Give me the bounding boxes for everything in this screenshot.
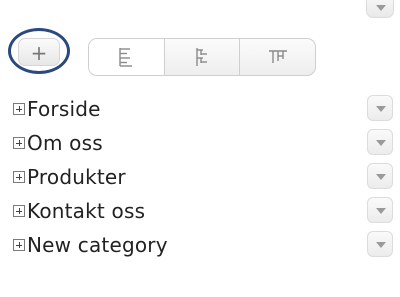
align-center-icon (196, 48, 207, 66)
chevron-down-icon (376, 242, 386, 248)
row-menu-button[interactable] (367, 95, 393, 121)
chevron-down-icon (376, 174, 386, 180)
tree-item-new-category[interactable]: New category (13, 228, 168, 262)
chevron-down-icon (376, 140, 386, 146)
add-button-face: + (18, 38, 60, 66)
row-menu-button[interactable] (367, 129, 393, 155)
add-button[interactable]: + (8, 28, 74, 78)
expand-icon[interactable] (13, 239, 25, 251)
plus-icon: + (30, 41, 48, 65)
tree-item-label: Produkter (27, 165, 126, 189)
chevron-down-icon (376, 208, 386, 214)
expand-icon[interactable] (13, 205, 25, 217)
chevron-down-icon (376, 5, 386, 11)
expand-icon[interactable] (13, 103, 25, 115)
align-top-icon (268, 50, 287, 63)
tree-item-kontakt-oss[interactable]: Kontakt oss (13, 194, 145, 228)
tree-item-label: Om oss (27, 131, 103, 155)
align-button-group (88, 38, 316, 76)
row-menu-button[interactable] (367, 163, 393, 189)
align-left-button[interactable] (89, 39, 165, 75)
chevron-down-icon (376, 106, 386, 112)
tree-item-forside[interactable]: Forside (13, 92, 101, 126)
row-menu-button[interactable] (367, 197, 393, 223)
row-menu-button[interactable] (367, 231, 393, 257)
tree-item-om-oss[interactable]: Om oss (13, 126, 103, 160)
top-dropdown-button[interactable] (366, 0, 394, 18)
align-left-icon (119, 48, 133, 67)
tree-item-label: New category (27, 233, 168, 257)
tree-item-label: Forside (27, 97, 101, 121)
expand-icon[interactable] (13, 171, 25, 183)
category-tree-panel: + Forside Om oss Produkter Kontakt oss N… (0, 0, 400, 297)
align-top-button[interactable] (240, 39, 315, 75)
align-center-button[interactable] (165, 39, 241, 75)
tree-item-produkter[interactable]: Produkter (13, 160, 126, 194)
tree-item-label: Kontakt oss (27, 199, 146, 223)
expand-icon[interactable] (13, 137, 25, 149)
